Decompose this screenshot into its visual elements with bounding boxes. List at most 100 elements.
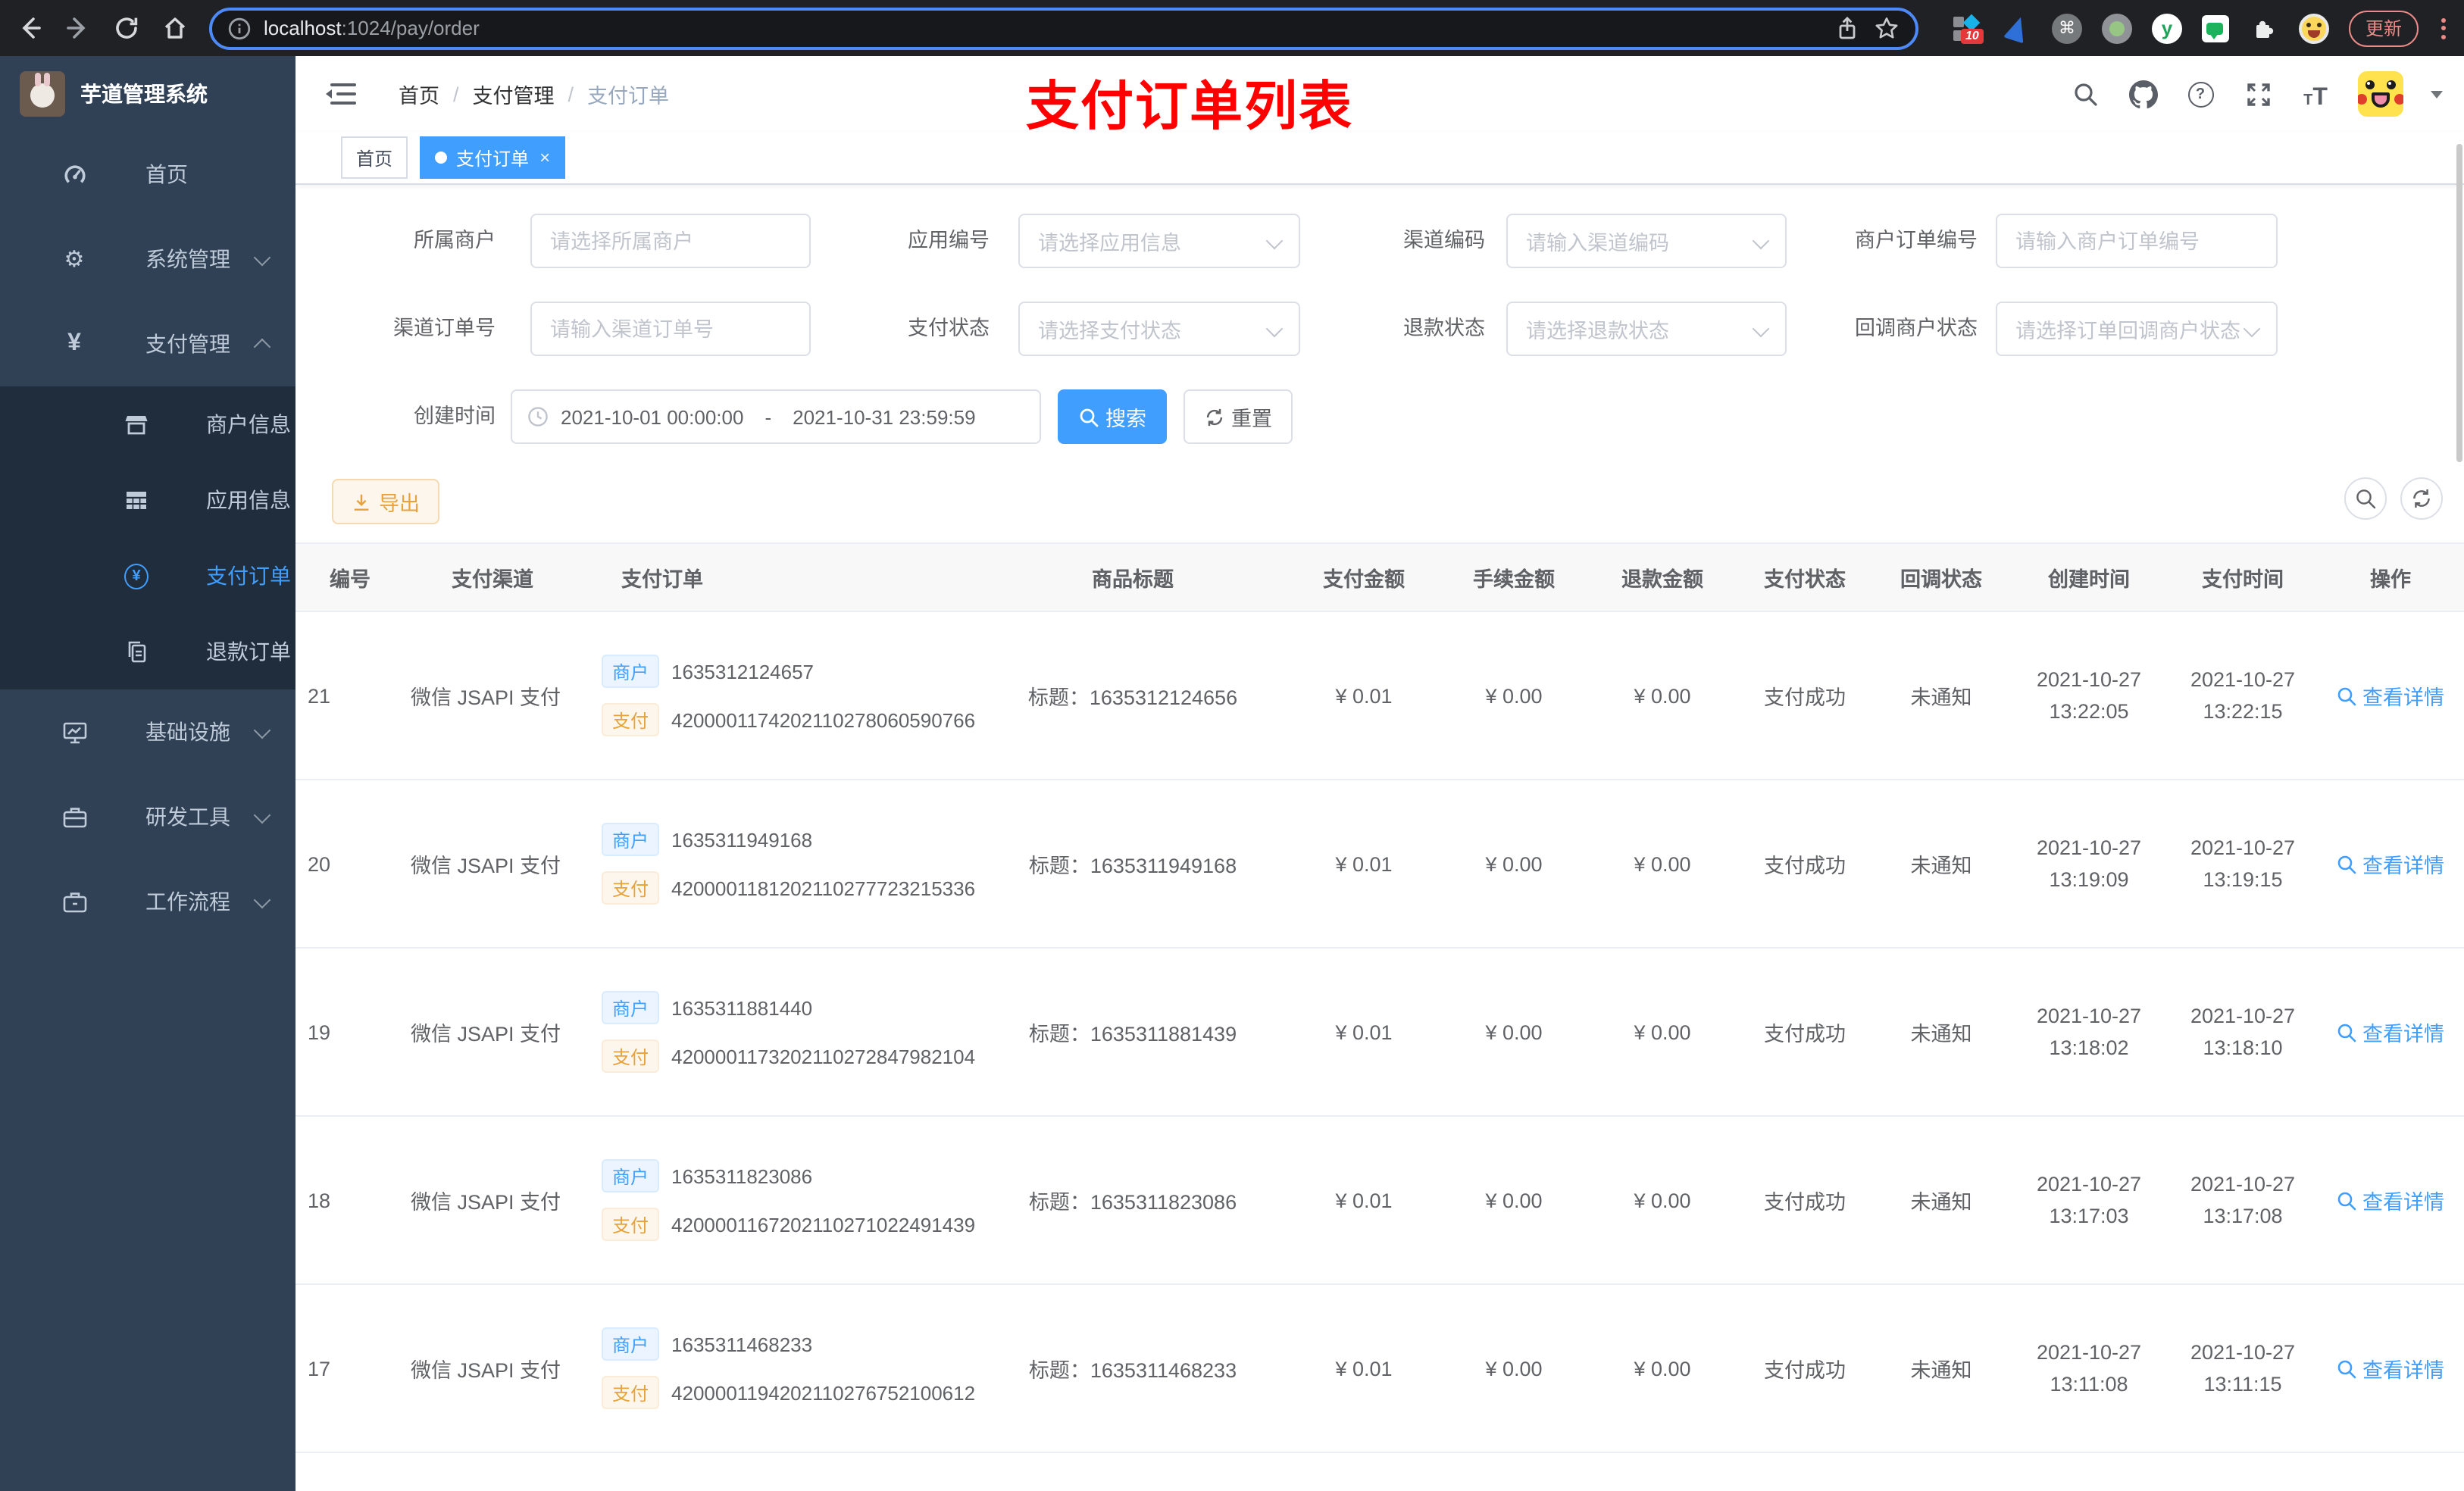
sidebar-item-payment[interactable]: ¥ 支付管理 — [0, 302, 295, 386]
kite-extension-icon[interactable] — [2002, 13, 2032, 43]
forward-icon[interactable] — [64, 14, 91, 42]
dot-extension-icon[interactable] — [2101, 13, 2132, 43]
col-header-channel: 支付渠道 — [452, 568, 533, 591]
cell-pay-amount: ¥ 0.01 — [1335, 852, 1393, 875]
toolbox-icon — [61, 804, 88, 830]
user-avatar[interactable] — [2358, 71, 2403, 117]
reload-icon[interactable] — [112, 14, 139, 42]
merchant-order-line: 商户 1635311468233 — [602, 1327, 977, 1361]
pay-status-select[interactable]: 请选择支付状态 — [1018, 302, 1300, 356]
navbar: 首页 / 支付管理 / 支付订单 ? T T — [295, 56, 2464, 132]
channel-code-select[interactable]: 请输入渠道编码 — [1506, 214, 1787, 268]
export-button[interactable]: 导出 — [332, 479, 439, 524]
sidebar-item-refund-order[interactable]: 退款订单 — [0, 614, 295, 689]
url-bar[interactable]: localhost:1024/pay/order — [209, 7, 1918, 49]
browser-menu-icon[interactable] — [2438, 14, 2449, 42]
breadcrumb-home[interactable]: 首页 — [399, 79, 439, 109]
cell-channel: 微信 JSAPI 支付 — [411, 1023, 561, 1046]
cell-notify-status: 未通知 — [1910, 1359, 1972, 1382]
cell-action: 查看详情 — [2317, 1353, 2464, 1383]
refund-status-select[interactable]: 请选择退款状态 — [1506, 302, 1787, 356]
app-select[interactable]: 请选择应用信息 — [1018, 214, 1300, 268]
view-detail-link[interactable]: 查看详情 — [2337, 680, 2444, 711]
help-icon[interactable]: ? — [2185, 79, 2215, 109]
github-icon[interactable] — [2128, 79, 2158, 109]
sidebar-item-home[interactable]: 首页 — [0, 132, 295, 217]
reset-button[interactable]: 重置 — [1184, 389, 1293, 444]
tag-pay-order[interactable]: 支付订单 × — [420, 136, 566, 179]
app-filter: 请选择应用信息 — [1018, 214, 1300, 268]
bookmark-star-icon[interactable] — [1873, 14, 1900, 42]
avatar-caret-icon[interactable] — [2431, 90, 2443, 98]
view-detail-link[interactable]: 查看详情 — [2337, 1017, 2444, 1047]
breadcrumb-payment[interactable]: 支付管理 — [473, 79, 555, 109]
cell-create-time: 2021-10-27 13:22:05 — [2036, 668, 2142, 723]
site-info-icon[interactable] — [227, 16, 252, 40]
sidebar-item-infrastructure[interactable]: 基础设施 — [0, 689, 295, 774]
table-header: 编号 支付渠道 支付订单 商品标题 支付金额 手续金额 退款金额 支付状态 回调… — [295, 542, 2464, 612]
pay-status-filter: 请选择支付状态 — [1018, 302, 1300, 356]
share-icon[interactable] — [1834, 14, 1861, 42]
cell-channel: 微信 JSAPI 支付 — [411, 1191, 561, 1214]
callback-status-filter-label: 回调商户状态 — [1855, 317, 1978, 339]
sidebar-item-workflow[interactable]: 工作流程 — [0, 859, 295, 944]
pay-order-line: 支付 4200001194202110276752100612 — [602, 1376, 977, 1409]
fullscreen-icon[interactable] — [2243, 79, 2273, 109]
search-icon[interactable] — [2070, 79, 2100, 109]
view-detail-link[interactable]: 查看详情 — [2337, 849, 2444, 879]
sidebar-item-app-info[interactable]: 应用信息 — [0, 462, 295, 538]
sidebar-item-label: 系统管理 — [145, 247, 230, 271]
merchant-order-no-input[interactable] — [1996, 214, 2278, 268]
sidebar-item-merchant-info[interactable]: 商户信息 — [0, 386, 295, 462]
sidebar-item-system[interactable]: ⚙ 系统管理 — [0, 217, 295, 302]
extension-badge-icon[interactable]: 10 — [1952, 13, 1984, 43]
search-icon — [2356, 489, 2376, 509]
refresh-table-button[interactable] — [2400, 477, 2443, 520]
cell-pay-status: 支付成功 — [1764, 686, 1846, 709]
cell-product-title: 标题：1635311949168 — [1028, 855, 1237, 877]
search-button[interactable]: 搜索 — [1058, 389, 1167, 444]
app-title: 芋道管理系统 — [80, 82, 208, 106]
col-header-create-time: 创建时间 — [2048, 568, 2130, 591]
orders-table: 编号 支付渠道 支付订单 商品标题 支付金额 手续金额 退款金额 支付状态 回调… — [295, 542, 2464, 1491]
app: 芋道管理系统 首页 ⚙ 系统管理 ¥ 支付管理 商户信息 应用信息 ¥ 支付订单… — [0, 56, 2464, 1491]
date-range-separator: - — [765, 405, 772, 428]
puzzle-extensions-icon[interactable] — [2249, 13, 2279, 43]
chat-extension-icon[interactable] — [2201, 14, 2229, 42]
font-size-icon[interactable]: TT — [2300, 79, 2331, 110]
view-detail-link[interactable]: 查看详情 — [2337, 1185, 2444, 1215]
tag-home[interactable]: 首页 — [341, 136, 408, 179]
url-host: localhost — [264, 17, 342, 39]
content: 所属商户 应用编号 请选择应用信息 渠道编码 请输入渠道编码 商户订单编号 渠道… — [295, 183, 2464, 1491]
command-extension-icon[interactable]: ⌘ — [2051, 13, 2082, 43]
breadcrumb-separator: / — [453, 83, 459, 105]
sidebar-item-dev-tools[interactable]: 研发工具 — [0, 774, 295, 859]
back-icon[interactable] — [15, 14, 42, 42]
cell-pay-status: 支付成功 — [1764, 1023, 1846, 1046]
channel-order-no-filter — [530, 302, 811, 356]
table-row: 18 微信 JSAPI 支付 商户 1635311823086 支付 42000… — [295, 1117, 2464, 1285]
y-extension-icon[interactable]: y — [2151, 13, 2182, 43]
search-icon — [2337, 1023, 2356, 1042]
scrollbar-thumb[interactable] — [2456, 144, 2462, 462]
channel-order-no-input[interactable] — [530, 302, 811, 356]
hamburger-icon[interactable] — [326, 82, 356, 106]
callback-status-select[interactable]: 请选择订单回调商户状态 — [1996, 302, 2278, 356]
sidebar-item-pay-order[interactable]: ¥ 支付订单 — [0, 538, 295, 614]
home-icon[interactable] — [161, 14, 188, 42]
view-detail-link[interactable]: 查看详情 — [2337, 1353, 2444, 1383]
cell-pay-amount: ¥ 0.01 — [1335, 684, 1393, 707]
show-search-toggle-button[interactable] — [2344, 477, 2387, 520]
date-range-picker[interactable]: 2021-10-01 00:00:00 - 2021-10-31 23:59:5… — [511, 389, 1041, 444]
chrome-update-button[interactable]: 更新 — [2348, 10, 2419, 46]
screen: localhost:1024/pay/order 10 ⌘ y 更新 芋道管理系… — [0, 0, 2464, 1491]
close-icon[interactable]: × — [539, 147, 550, 168]
profile-avatar-icon[interactable] — [2298, 13, 2329, 43]
cell-notify-status: 未通知 — [1910, 855, 1972, 877]
table-row: 21 微信 JSAPI 支付 商户 1635312124657 支付 42000… — [295, 612, 2464, 780]
merchant-input[interactable] — [530, 214, 811, 268]
pay-order-line: 支付 4200001181202110277723215336 — [602, 871, 977, 905]
gear-icon: ⚙ — [64, 247, 85, 273]
extension-badge-count: 10 — [1960, 28, 1984, 43]
channel-code-filter: 请输入渠道编码 — [1506, 214, 1787, 268]
